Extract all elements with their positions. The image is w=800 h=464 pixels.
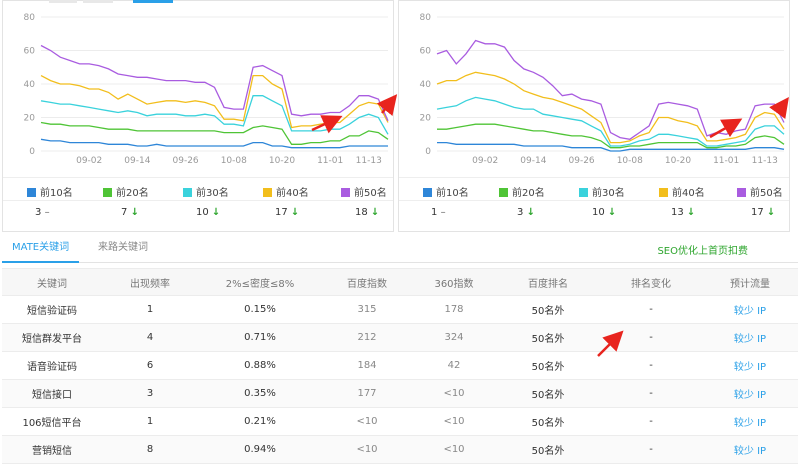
arrow-annotation [376, 94, 398, 116]
arrow-annotation [597, 330, 624, 357]
arrow-annotation [769, 96, 789, 120]
arrow-annotation [709, 118, 743, 139]
arrow-annotation [311, 115, 343, 134]
annotation-arrows [311, 94, 789, 357]
